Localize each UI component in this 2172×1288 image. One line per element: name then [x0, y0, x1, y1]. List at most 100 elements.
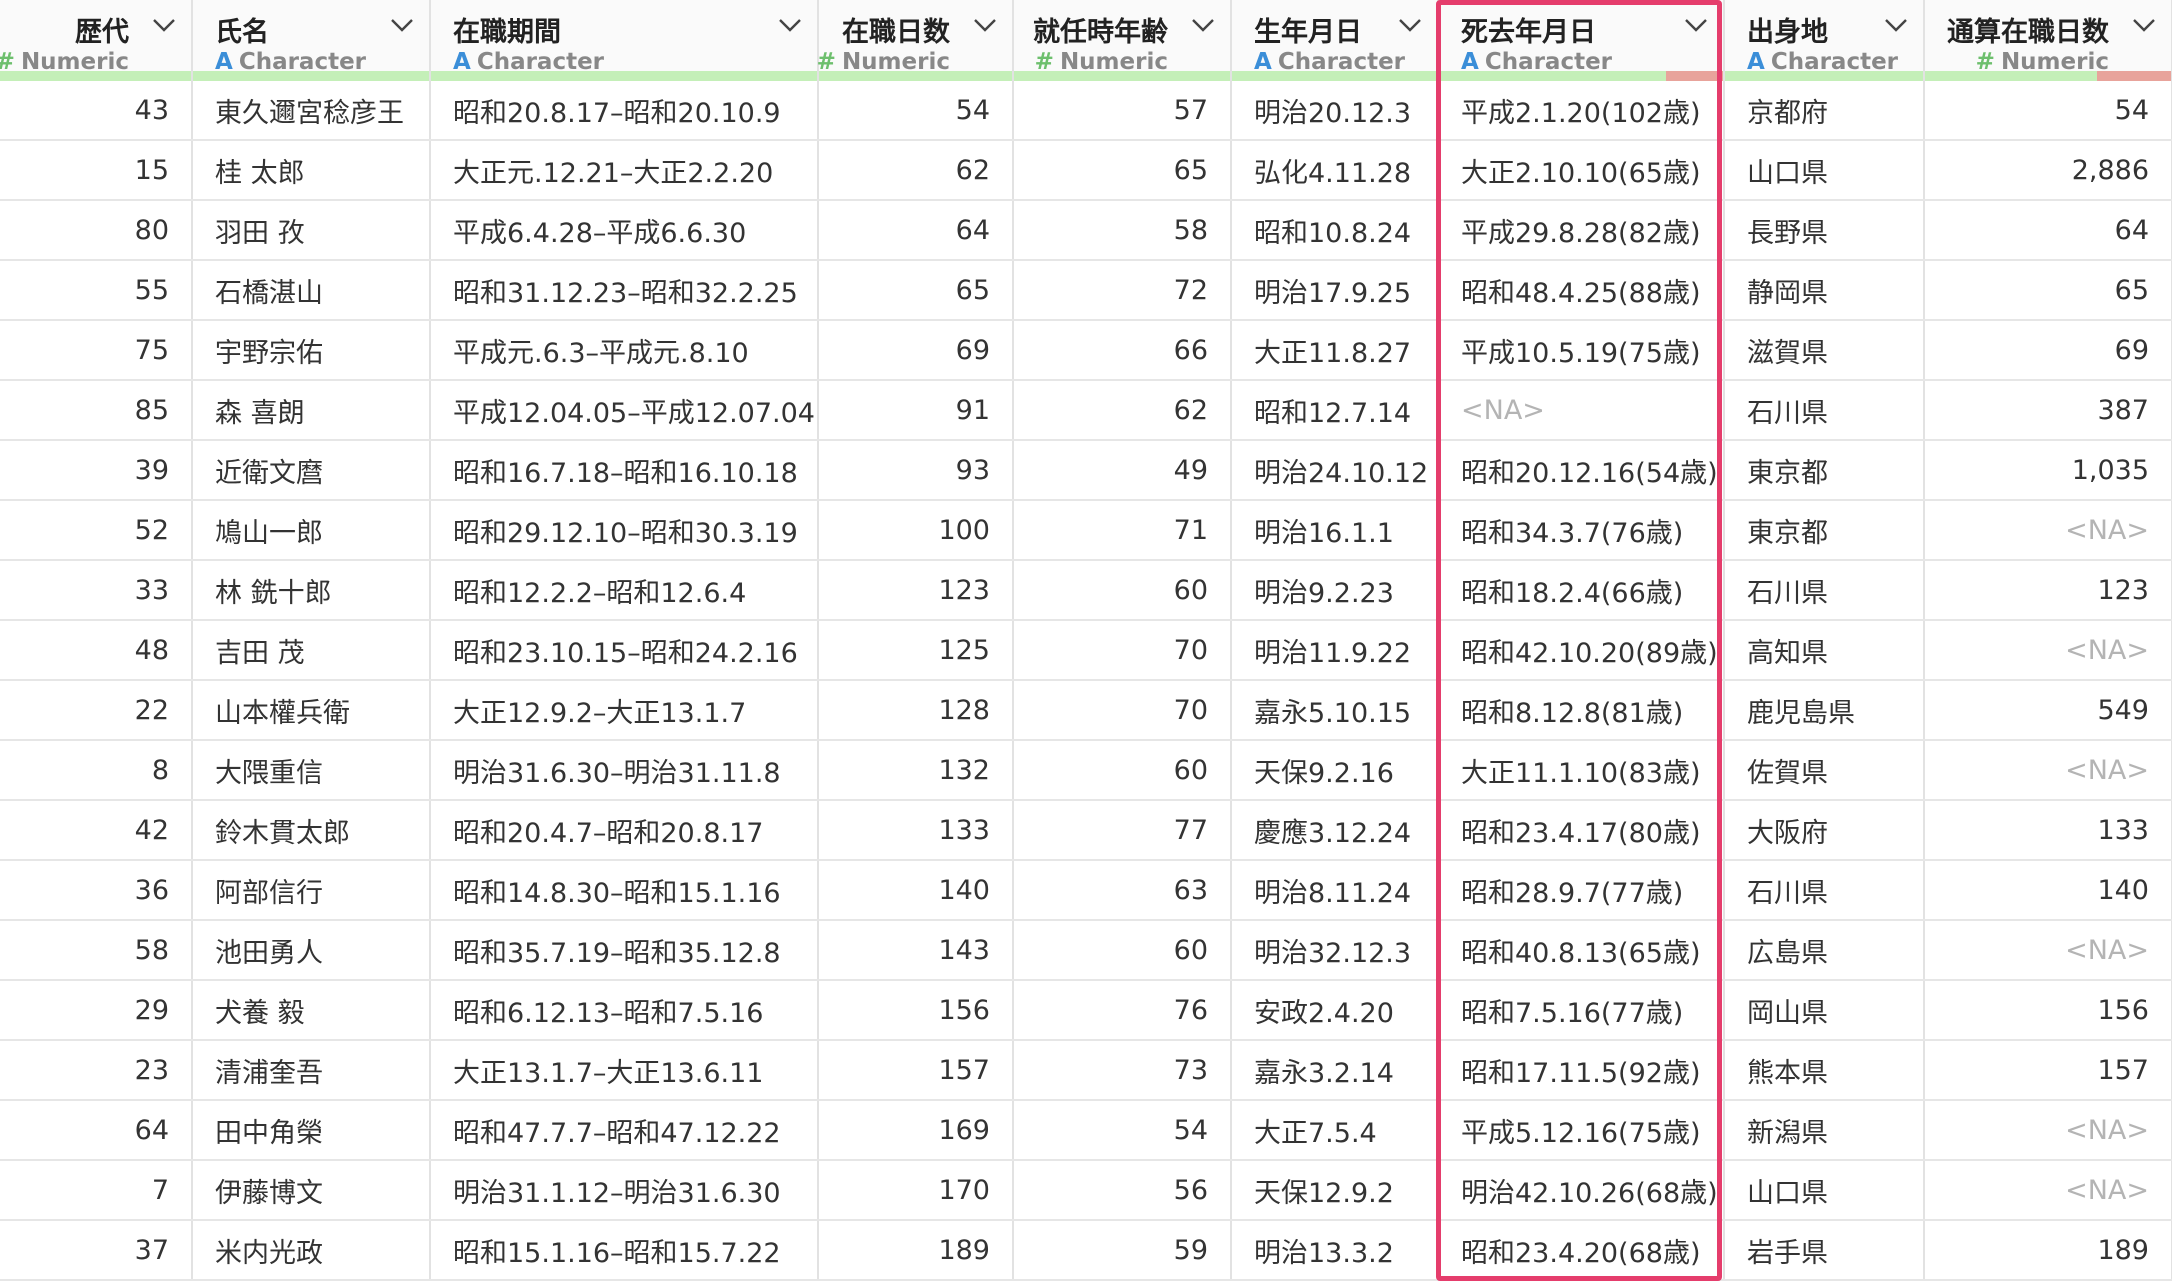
table-cell[interactable]: 明治32.12.3	[1231, 920, 1439, 981]
table-cell[interactable]: 昭和48.4.25(88歳)	[1438, 260, 1725, 321]
table-cell[interactable]: 昭和18.2.4(66歳)	[1438, 560, 1725, 621]
table-cell[interactable]: 高知県	[1724, 620, 1925, 681]
table-cell[interactable]: 57	[1013, 81, 1232, 141]
table-cell[interactable]: 昭和6.12.13–昭和7.5.16	[430, 980, 819, 1041]
table-cell[interactable]: 73	[1013, 1040, 1232, 1101]
table-cell[interactable]: 157	[1924, 1040, 2172, 1101]
table-cell[interactable]: 昭和23.10.15–昭和24.2.16	[430, 620, 819, 681]
table-cell[interactable]: 天保9.2.16	[1231, 740, 1439, 801]
table-cell[interactable]: 169	[818, 1100, 1014, 1161]
table-cell[interactable]: <NA>	[1924, 500, 2172, 561]
table-cell[interactable]: 伊藤博文	[192, 1160, 431, 1221]
table-cell[interactable]: 140	[818, 860, 1014, 921]
table-cell[interactable]: 77	[1013, 800, 1232, 861]
table-cell[interactable]: 昭和17.11.5(92歳)	[1438, 1040, 1725, 1101]
table-cell[interactable]: 39	[0, 440, 193, 501]
table-cell[interactable]: 170	[818, 1160, 1014, 1221]
table-cell[interactable]: 64	[818, 200, 1014, 261]
table-cell[interactable]: 昭和29.12.10–昭和30.3.19	[430, 500, 819, 561]
table-cell[interactable]: 清浦奎吾	[192, 1040, 431, 1101]
table-cell[interactable]: 鳩山一郎	[192, 500, 431, 561]
table-cell[interactable]: 52	[0, 500, 193, 561]
table-cell[interactable]: 156	[1924, 980, 2172, 1041]
table-cell[interactable]: 明治17.9.25	[1231, 260, 1439, 321]
table-cell[interactable]: 56	[1013, 1160, 1232, 1221]
table-cell[interactable]: 昭和23.4.20(68歳)	[1438, 1220, 1725, 1281]
table-cell[interactable]: 岡山県	[1724, 980, 1925, 1041]
table-cell[interactable]: 明治16.1.1	[1231, 500, 1439, 561]
table-cell[interactable]: 8	[0, 740, 193, 801]
table-cell[interactable]: 65	[1924, 260, 2172, 321]
table-cell[interactable]: 広島県	[1724, 920, 1925, 981]
table-cell[interactable]: 佐賀県	[1724, 740, 1925, 801]
table-cell[interactable]: 明治9.2.23	[1231, 560, 1439, 621]
table-cell[interactable]: 嘉永5.10.15	[1231, 680, 1439, 741]
table-row[interactable]: 8 大隈重信 明治31.6.30–明治31.11.8 132 60 天保9.2.16 大正1…	[0, 740, 2172, 801]
table-cell[interactable]: 昭和7.5.16(77歳)	[1438, 980, 1725, 1041]
table-cell[interactable]: 石橋湛山	[192, 260, 431, 321]
table-cell[interactable]: 明治42.10.26(68歳)	[1438, 1160, 1725, 1221]
table-cell[interactable]: 22	[0, 680, 193, 741]
table-cell[interactable]: 123	[818, 560, 1014, 621]
table-cell[interactable]: 昭和31.12.23–昭和32.2.25	[430, 260, 819, 321]
table-row[interactable]: 75 宇野宗佑 平成元.6.3–平成元.8.10 69 66 大正11.8.27 平成10.…	[0, 320, 2172, 381]
table-cell[interactable]: 85	[0, 380, 193, 441]
table-cell[interactable]: 64	[0, 1100, 193, 1161]
table-cell[interactable]: 明治11.9.22	[1231, 620, 1439, 681]
table-cell[interactable]: 昭和34.3.7(76歳)	[1438, 500, 1725, 561]
table-cell[interactable]: 62	[818, 140, 1014, 201]
column-header[interactable]: 生年月日 A Character	[1231, 0, 1439, 81]
table-cell[interactable]: 143	[818, 920, 1014, 981]
table-cell[interactable]: 36	[0, 860, 193, 921]
table-cell[interactable]: 明治31.6.30–明治31.11.8	[430, 740, 819, 801]
table-cell[interactable]: 明治31.1.12–明治31.6.30	[430, 1160, 819, 1221]
table-cell[interactable]: <NA>	[1924, 920, 2172, 981]
column-header[interactable]: 出身地 A Character	[1724, 0, 1925, 81]
table-cell[interactable]: 大正2.10.10(65歳)	[1438, 140, 1725, 201]
table-cell[interactable]: 犬養 毅	[192, 980, 431, 1041]
table-cell[interactable]: <NA>	[1924, 1100, 2172, 1161]
table-cell[interactable]: 58	[0, 920, 193, 981]
table-cell[interactable]: 62	[1013, 380, 1232, 441]
table-cell[interactable]: 山口県	[1724, 1160, 1925, 1221]
table-cell[interactable]: 宇野宗佑	[192, 320, 431, 381]
table-cell[interactable]: 吉田 茂	[192, 620, 431, 681]
table-cell[interactable]: 京都府	[1724, 81, 1925, 141]
table-cell[interactable]: 昭和12.2.2–昭和12.6.4	[430, 560, 819, 621]
table-row[interactable]: 58 池田勇人 昭和35.7.19–昭和35.12.8 143 60 明治32.12.3 昭…	[0, 920, 2172, 981]
table-cell[interactable]: 天保12.9.2	[1231, 1160, 1439, 1221]
chevron-down-icon[interactable]	[1683, 16, 1709, 34]
table-cell[interactable]: <NA>	[1924, 1160, 2172, 1221]
table-cell[interactable]: 65	[818, 260, 1014, 321]
column-header[interactable]: 氏名 A Character	[192, 0, 431, 81]
table-cell[interactable]: 昭和10.8.24	[1231, 200, 1439, 261]
table-cell[interactable]: 鹿児島県	[1724, 680, 1925, 741]
chevron-down-icon[interactable]	[2131, 16, 2157, 34]
table-cell[interactable]: 64	[1924, 200, 2172, 261]
table-cell[interactable]: 69	[1924, 320, 2172, 381]
table-row[interactable]: 29 犬養 毅昭和6.12.13–昭和7.5.16 156 76 安政2.4.20 昭和7…	[0, 980, 2172, 1041]
table-row[interactable]: 80 羽田 孜平成6.4.28–平成6.6.30 64 58 昭和10.8.24 平成29…	[0, 200, 2172, 261]
table-cell[interactable]: 7	[0, 1160, 193, 1221]
table-cell[interactable]: 平成元.6.3–平成元.8.10	[430, 320, 819, 381]
table-cell[interactable]: 森 喜朗	[192, 380, 431, 441]
table-cell[interactable]: 昭和47.7.7–昭和47.12.22	[430, 1100, 819, 1161]
table-cell[interactable]: 大正元.12.21–大正2.2.20	[430, 140, 819, 201]
table-cell[interactable]: 大正12.9.2–大正13.1.7	[430, 680, 819, 741]
table-cell[interactable]: 平成10.5.19(75歳)	[1438, 320, 1725, 381]
chevron-down-icon[interactable]	[1190, 16, 1216, 34]
chevron-down-icon[interactable]	[972, 16, 998, 34]
table-cell[interactable]: <NA>	[1924, 740, 2172, 801]
table-cell[interactable]: 91	[818, 380, 1014, 441]
table-row[interactable]: 33 林 銑十郎 昭和12.2.2–昭和12.6.4 123 60 明治9.2.23 昭和1…	[0, 560, 2172, 621]
table-cell[interactable]: 明治13.3.2	[1231, 1220, 1439, 1281]
table-row[interactable]: 15 桂 太郎 大正元.12.21–大正2.2.20 62 65 弘化4.11.28 大正2…	[0, 140, 2172, 201]
table-cell[interactable]: 2,886	[1924, 140, 2172, 201]
table-cell[interactable]: 189	[1924, 1220, 2172, 1281]
table-row[interactable]: 22 山本權兵衛 大正12.9.2–大正13.1.7 128 70 嘉永5.10.15 昭和…	[0, 680, 2172, 741]
table-cell[interactable]: 滋賀県	[1724, 320, 1925, 381]
table-cell[interactable]: 米内光政	[192, 1220, 431, 1281]
table-row[interactable]: 43 東久邇宮稔彦王 昭和20.8.17–昭和20.10.9 54 57 明治20.12.…	[0, 81, 2172, 141]
table-cell[interactable]: 平成6.4.28–平成6.6.30	[430, 200, 819, 261]
table-cell[interactable]: 70	[1013, 680, 1232, 741]
